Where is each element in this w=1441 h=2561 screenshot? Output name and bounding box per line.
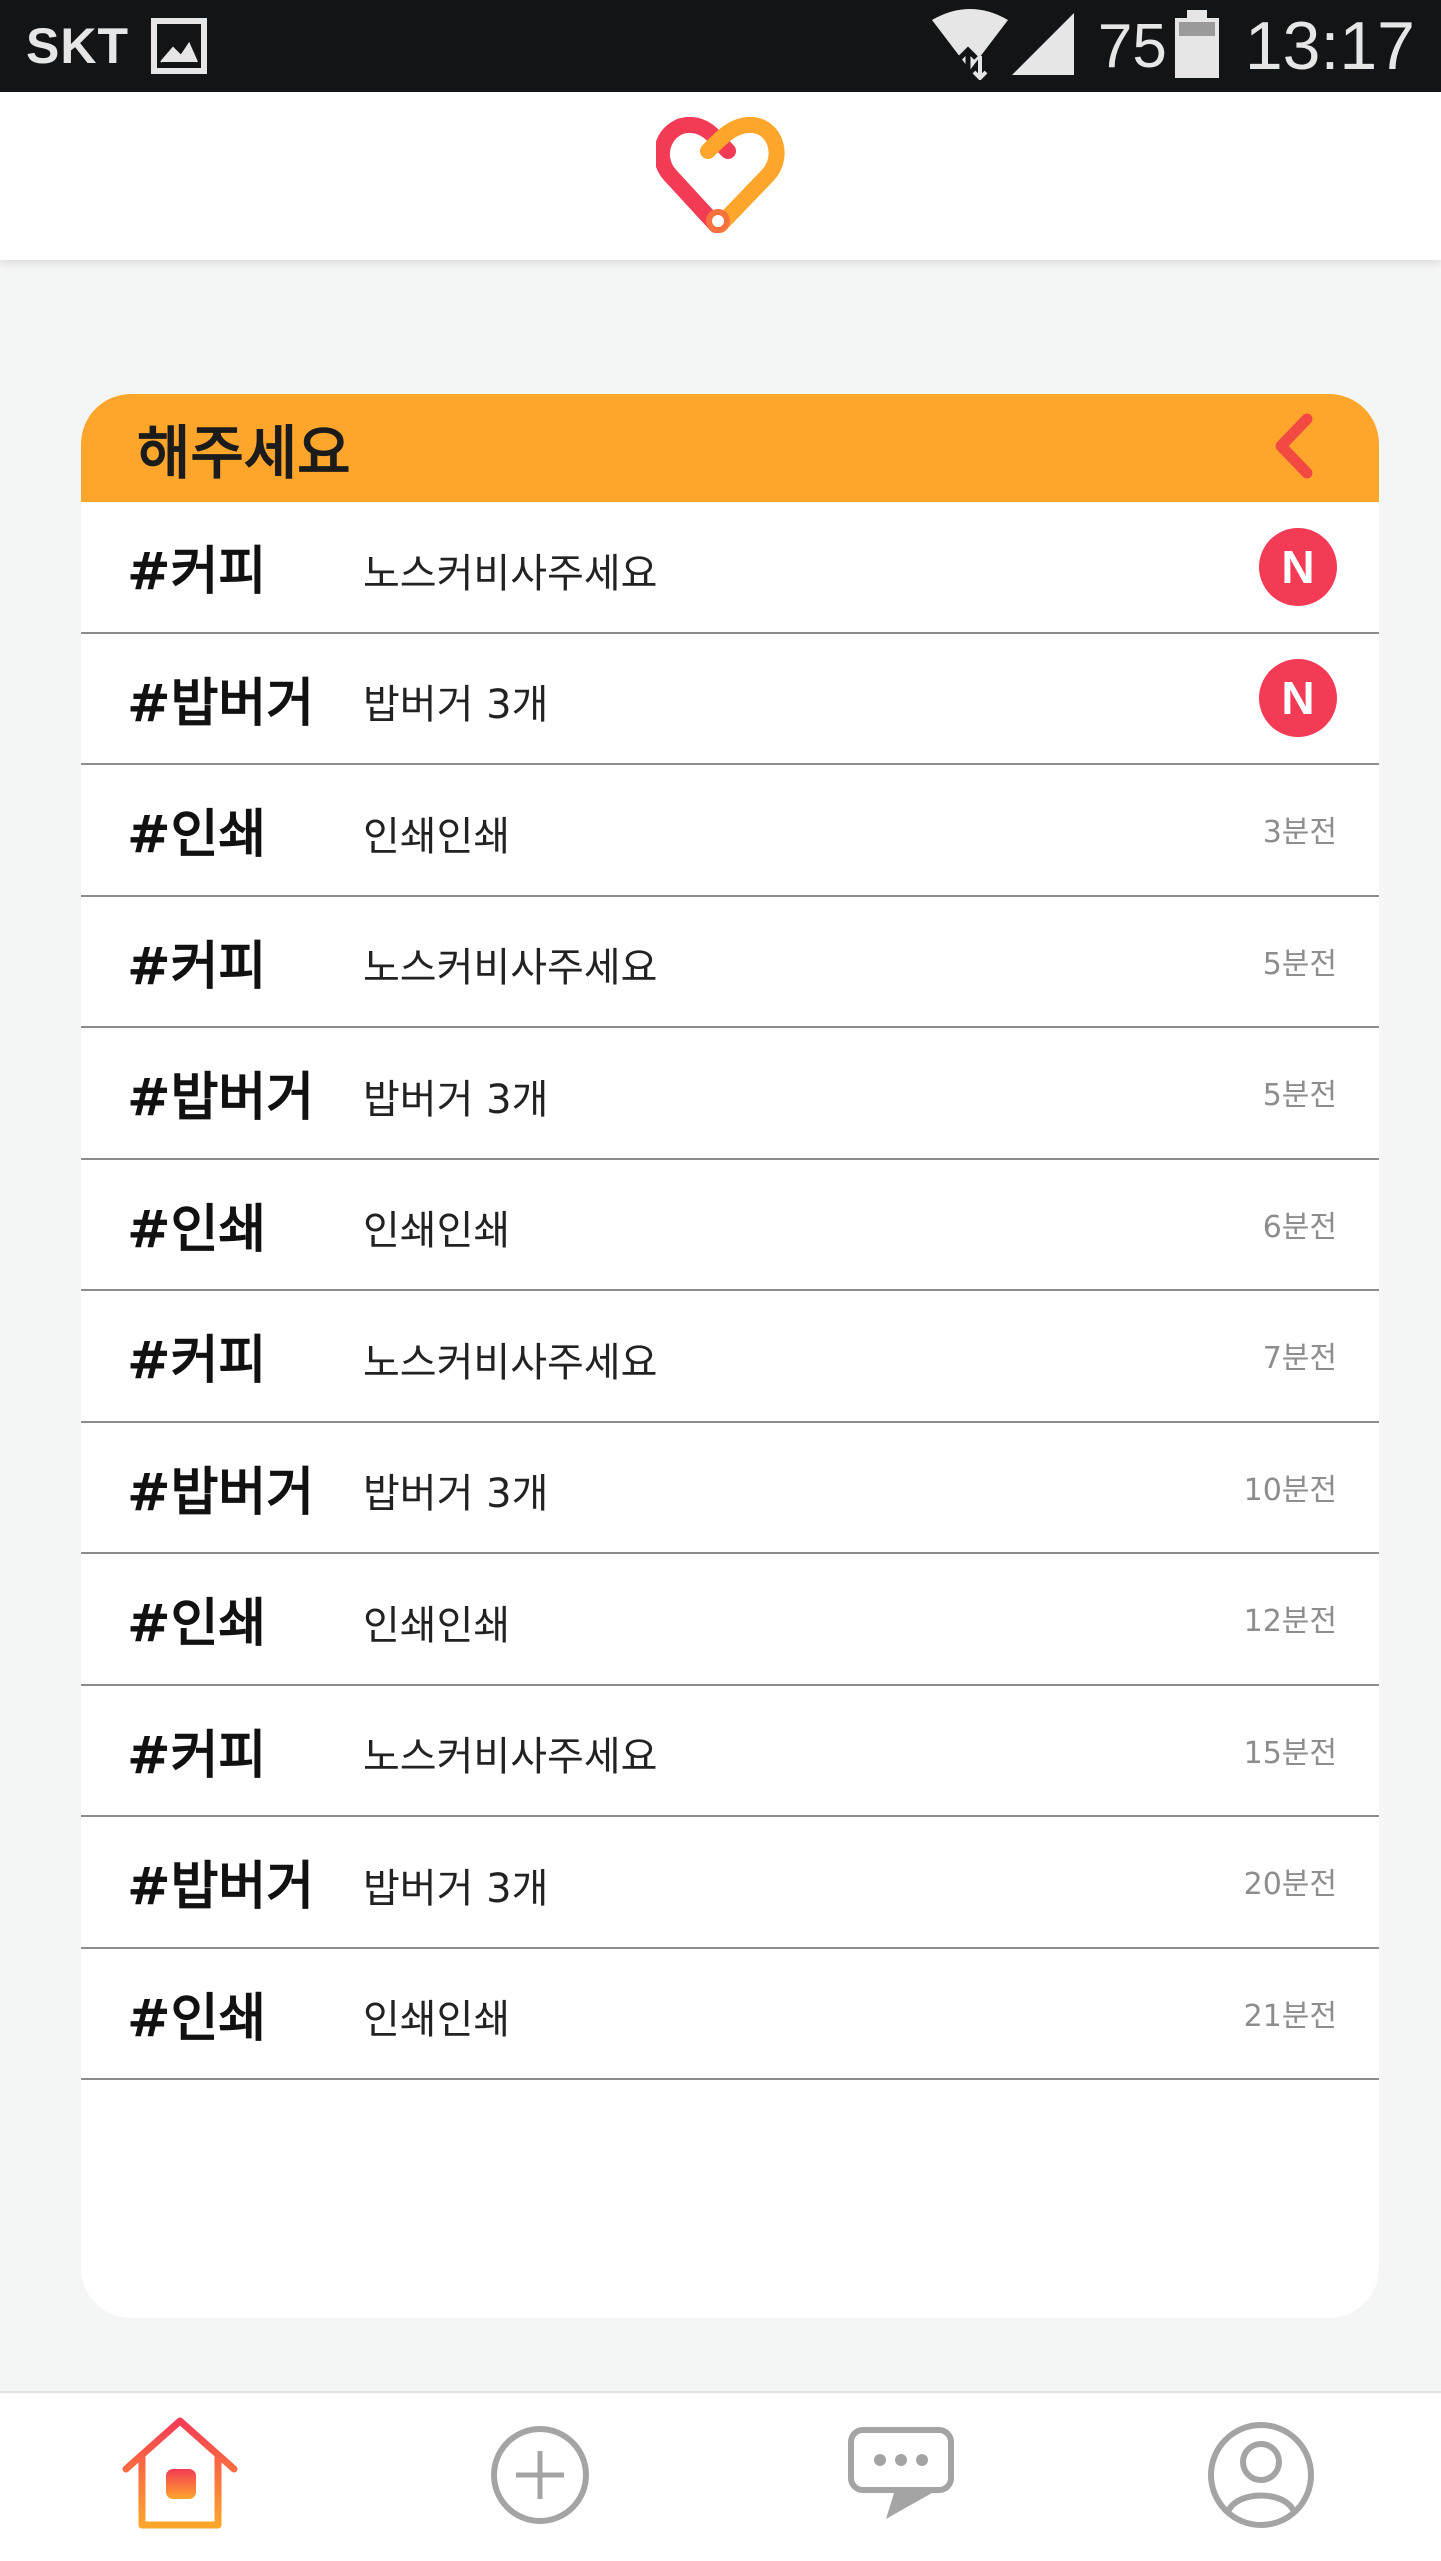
request-message: 인쇄인쇄 <box>363 813 511 860</box>
request-row[interactable]: #밥버거 밥버거 3개 20분전 <box>81 1817 1379 1949</box>
home-icon <box>120 2415 240 2539</box>
request-time: 15분전 <box>1243 1735 1337 1771</box>
request-time: 5분전 <box>1262 1078 1337 1113</box>
request-message: 노스커비사주세요 <box>363 550 658 597</box>
add-circle-icon <box>488 2423 592 2531</box>
carrier-label: SKT <box>26 18 129 74</box>
request-tag: #커피 <box>127 936 267 997</box>
request-tag: #인쇄 <box>127 1988 267 2049</box>
request-tag: #밥버거 <box>127 1462 315 1523</box>
request-row[interactable]: #밥버거 밥버거 3개 10분전 <box>81 1423 1379 1554</box>
request-row[interactable]: #커피 노스커비사주세요 N <box>81 502 1379 634</box>
card-header: 해주세요 <box>81 394 1379 502</box>
nav-home-button[interactable] <box>110 2407 250 2547</box>
request-tag: #밥버거 <box>127 1857 315 1918</box>
request-time: 12분전 <box>1243 1604 1337 1639</box>
new-badge: N <box>1259 659 1337 738</box>
request-time: 21분전 <box>1243 1998 1337 2034</box>
request-row[interactable]: #인쇄 인쇄인쇄 3분전 <box>81 765 1379 897</box>
request-time: 5분전 <box>1262 946 1337 982</box>
profile-icon <box>1206 2420 1316 2534</box>
request-row[interactable]: #인쇄 인쇄인쇄 12분전 <box>81 1554 1379 1686</box>
request-tag: #커피 <box>127 1331 267 1392</box>
wifi-icon <box>930 8 1010 85</box>
request-message: 노스커비사주세요 <box>363 1339 658 1386</box>
request-list: #커피 노스커비사주세요 N #밥버거 밥버거 3개 N #인쇄 인쇄인쇄 3분전 #커피 노스커비… <box>81 502 1379 2080</box>
request-message: 노스커비사주세요 <box>363 945 658 992</box>
request-row[interactable]: #인쇄 인쇄인쇄 6분전 <box>81 1160 1379 1291</box>
heart-logo-icon <box>653 113 786 239</box>
back-button[interactable] <box>1263 408 1323 488</box>
nav-profile-button[interactable] <box>1191 2407 1331 2547</box>
signal-icon <box>1010 11 1076 82</box>
request-tag: #밥버거 <box>127 673 315 734</box>
request-message: 인쇄인쇄 <box>363 1602 511 1649</box>
request-row[interactable]: #커피 노스커비사주세요 5분전 <box>81 897 1379 1028</box>
request-message: 밥버거 3개 <box>363 682 549 729</box>
request-card: 해주세요 #커피 노스커비사주세요 N #밥버거 밥버거 3개 N #인쇄 인쇄인쇄 3분전 #커… <box>81 394 1379 2318</box>
request-message: 밥버거 3개 <box>363 1865 549 1912</box>
request-tag: #밥버거 <box>127 1068 315 1129</box>
new-badge: N <box>1259 527 1337 606</box>
card-title: 해주세요 <box>137 419 351 487</box>
chat-icon <box>846 2425 956 2529</box>
request-time: 10분전 <box>1243 1472 1337 1508</box>
request-row[interactable]: #인쇄 인쇄인쇄 21분전 <box>81 1949 1379 2080</box>
request-tag: #커피 <box>127 1725 267 1786</box>
request-row[interactable]: #커피 노스커비사주세요 7분전 <box>81 1291 1379 1423</box>
request-message: 노스커비사주세요 <box>363 1734 658 1781</box>
request-time: 6분전 <box>1262 1209 1337 1245</box>
clock: 13:17 <box>1244 8 1415 84</box>
request-row[interactable]: #커피 노스커비사주세요 15분전 <box>81 1686 1379 1817</box>
chevron-left-icon <box>1271 413 1315 483</box>
request-row[interactable]: #밥버거 밥버거 3개 5분전 <box>81 1028 1379 1160</box>
request-message: 밥버거 3개 <box>363 1076 549 1123</box>
bottom-nav <box>0 2391 1441 2561</box>
request-time: 7분전 <box>1262 1341 1337 1376</box>
request-tag: #인쇄 <box>127 1594 267 1655</box>
request-message: 인쇄인쇄 <box>363 1208 511 1255</box>
battery-icon <box>1174 9 1219 83</box>
request-tag: #인쇄 <box>127 1199 267 1260</box>
nav-chat-button[interactable] <box>831 2407 971 2547</box>
request-row[interactable]: #밥버거 밥버거 3개 N <box>81 634 1379 765</box>
status-bar: SKT 75 13:17 <box>0 0 1441 92</box>
gallery-icon <box>151 18 207 74</box>
app-header <box>0 92 1441 260</box>
nav-add-button[interactable] <box>470 2407 610 2547</box>
request-time: 3분전 <box>1262 815 1337 850</box>
request-time: 20분전 <box>1243 1867 1337 1902</box>
request-tag: #커피 <box>127 542 267 603</box>
request-tag: #인쇄 <box>127 805 267 866</box>
request-message: 인쇄인쇄 <box>363 1997 511 2044</box>
request-message: 밥버거 3개 <box>363 1471 549 1518</box>
battery-percent: 75 <box>1097 11 1167 81</box>
